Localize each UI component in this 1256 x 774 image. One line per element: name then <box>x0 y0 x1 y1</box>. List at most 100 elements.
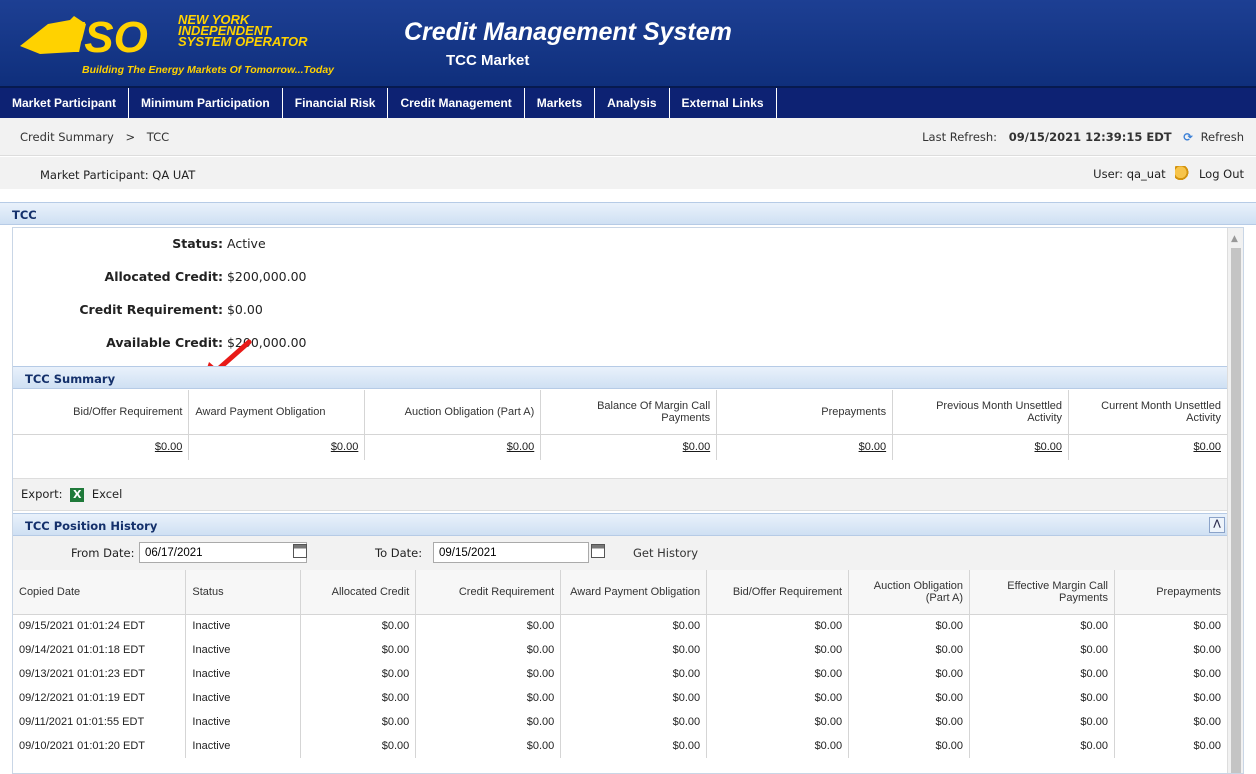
table-row[interactable]: 09/14/2021 01:01:18 EDT Inactive $0.00 $0.0… <box>13 638 1229 662</box>
refresh-info: Last Refresh: 09/15/2021 12:39:15 EDT ⟳ … <box>922 130 1244 144</box>
summary-value-link[interactable]: $0.00 <box>331 441 359 453</box>
market-participant-label: Market Participant: QA UAT <box>40 168 196 182</box>
key-icon[interactable] <box>1175 166 1192 180</box>
table-cell: $0.00 <box>848 734 971 758</box>
scroll-thumb[interactable] <box>1231 248 1241 773</box>
table-cell: $0.00 <box>300 710 417 734</box>
credit-requirement-row: Credit Requirement: $0.00 <box>13 302 262 317</box>
table-cell: $0.00 <box>300 614 417 638</box>
collapse-icon[interactable]: ⋀ <box>1209 517 1225 533</box>
nav-minimum-participation[interactable]: Minimum Participation <box>129 88 283 118</box>
table-cell: Inactive <box>185 614 302 638</box>
app-subtitle: TCC Market <box>446 52 530 69</box>
table-cell: Inactive <box>185 638 302 662</box>
history-col-status: Status <box>185 570 302 615</box>
table-cell: $0.00 <box>706 734 850 758</box>
table-cell: $0.00 <box>969 734 1115 758</box>
scroll-up-icon[interactable]: ▲ <box>1231 234 1238 244</box>
table-cell: $0.00 <box>969 662 1115 686</box>
summary-value-link[interactable]: $0.00 <box>683 441 711 453</box>
summary-value: $0.00 <box>1068 434 1228 460</box>
nav-market-participant[interactable]: Market Participant <box>0 88 130 118</box>
table-cell: $0.00 <box>706 710 850 734</box>
table-row[interactable]: 09/15/2021 01:01:24 EDT Inactive $0.00 $0.0… <box>13 614 1229 638</box>
tcc-summary-header: TCC Summary <box>13 366 1228 389</box>
breadcrumb-bar: Credit Summary > TCC Last Refresh: 09/15… <box>0 118 1256 156</box>
history-table-body: 09/15/2021 01:01:24 EDT Inactive $0.00 $0.0… <box>13 614 1229 758</box>
summary-value-link[interactable]: $0.00 <box>859 441 887 453</box>
nav-financial-risk[interactable]: Financial Risk <box>283 88 389 118</box>
export-label: Export: <box>21 487 63 501</box>
table-cell: $0.00 <box>848 638 971 662</box>
last-refresh-label: Last Refresh: <box>922 130 998 144</box>
logo-name-line: SYSTEM OPERATOR <box>178 34 308 49</box>
from-date-input[interactable] <box>139 542 307 563</box>
table-cell: Inactive <box>185 710 302 734</box>
refresh-icon[interactable]: ⟳ <box>1183 130 1193 144</box>
table-cell: $0.00 <box>969 686 1115 710</box>
table-cell: $0.00 <box>1114 662 1229 686</box>
nav-markets[interactable]: Markets <box>525 88 596 118</box>
table-cell: $0.00 <box>560 710 708 734</box>
to-date-input[interactable] <box>433 542 589 563</box>
history-col-requirement: Credit Requirement <box>415 570 562 615</box>
tcc-status-block: Status: Active Allocated Credit: $200,00… <box>13 228 1228 380</box>
summary-col-bid-offer: Bid/Offer Requirement <box>13 390 190 435</box>
table-row[interactable]: 09/11/2021 01:01:55 EDT Inactive $0.00 $0.0… <box>13 710 1229 734</box>
breadcrumb-credit-summary[interactable]: Credit Summary <box>20 130 114 144</box>
table-cell: $0.00 <box>415 614 562 638</box>
summary-value-link[interactable]: $0.00 <box>507 441 535 453</box>
calendar-icon[interactable] <box>293 544 307 558</box>
summary-col-curr-month: Current Month Unsettled Activity <box>1068 390 1228 435</box>
logo-tagline: Building The Energy Markets Of Tomorrow.… <box>82 64 335 76</box>
logo[interactable]: ISO NEW YORK INDEPENDENT SYSTEM OPERATOR… <box>10 6 350 80</box>
nav-external-links[interactable]: External Links <box>670 88 777 118</box>
allocated-credit-row: Allocated Credit: $200,000.00 <box>13 269 307 284</box>
summary-value: $0.00 <box>892 434 1070 460</box>
excel-export-link[interactable]: Excel <box>92 487 122 501</box>
nav-analysis[interactable]: Analysis <box>595 88 670 118</box>
summary-value: $0.00 <box>188 434 366 460</box>
summary-value-link[interactable]: $0.00 <box>1193 441 1221 453</box>
breadcrumb-separator: > <box>125 130 136 144</box>
history-col-bid-offer: Bid/Offer Requirement <box>706 570 850 615</box>
allocated-credit-value: $200,000.00 <box>226 269 307 284</box>
summary-col-prev-month: Previous Month Unsettled Activity <box>892 390 1070 435</box>
table-cell: $0.00 <box>1114 710 1229 734</box>
vertical-scrollbar[interactable]: ▲ <box>1227 228 1243 773</box>
history-filter-row: From Date: To Date: Get History <box>13 536 1228 570</box>
status-row: Status: Active <box>13 236 266 251</box>
summary-value-link[interactable]: $0.00 <box>155 441 183 453</box>
summary-value-link[interactable]: $0.00 <box>1035 441 1063 453</box>
logout-button[interactable]: Log Out <box>1199 167 1244 181</box>
summary-value: $0.00 <box>716 434 894 460</box>
table-cell: $0.00 <box>560 614 708 638</box>
table-cell: $0.00 <box>560 734 708 758</box>
logo-name: NEW YORK INDEPENDENT SYSTEM OPERATOR <box>178 13 308 49</box>
table-cell: $0.00 <box>848 710 971 734</box>
table-cell: Inactive <box>185 662 302 686</box>
excel-icon[interactable]: X <box>70 488 85 502</box>
table-cell: $0.00 <box>300 686 417 710</box>
refresh-button[interactable]: Refresh <box>1201 130 1244 144</box>
content-scroll-area[interactable]: Status: Active Allocated Credit: $200,00… <box>12 227 1244 774</box>
table-cell: $0.00 <box>848 614 971 638</box>
table-cell: 09/11/2021 01:01:55 EDT <box>13 710 187 734</box>
summary-col-award-payment: Award Payment Obligation <box>188 390 366 435</box>
export-bar: Export: X Excel <box>13 478 1228 511</box>
table-row[interactable]: 09/10/2021 01:01:20 EDT Inactive $0.00 $0.0… <box>13 734 1229 758</box>
table-cell: $0.00 <box>415 638 562 662</box>
calendar-icon[interactable] <box>591 544 605 558</box>
status-value: Active <box>226 236 266 251</box>
app-title: Credit Management System <box>404 18 732 46</box>
summary-col-margin-call: Balance Of Margin Call Payments <box>540 390 718 435</box>
get-history-button[interactable]: Get History <box>633 546 698 560</box>
to-date-label: To Date: <box>375 546 423 560</box>
history-col-margin-call: Effective Margin Call Payments <box>969 570 1115 615</box>
table-row[interactable]: 09/13/2021 01:01:23 EDT Inactive $0.00 $0.0… <box>13 662 1229 686</box>
history-col-auction: Auction Obligation (Part A) <box>848 570 971 615</box>
nav-credit-management[interactable]: Credit Management <box>388 88 525 118</box>
table-row[interactable]: 09/12/2021 01:01:19 EDT Inactive $0.00 $0.0… <box>13 686 1229 710</box>
table-cell: $0.00 <box>1114 734 1229 758</box>
tcc-summary-table: Bid/Offer Requirement Award Payment Obli… <box>13 390 1228 460</box>
